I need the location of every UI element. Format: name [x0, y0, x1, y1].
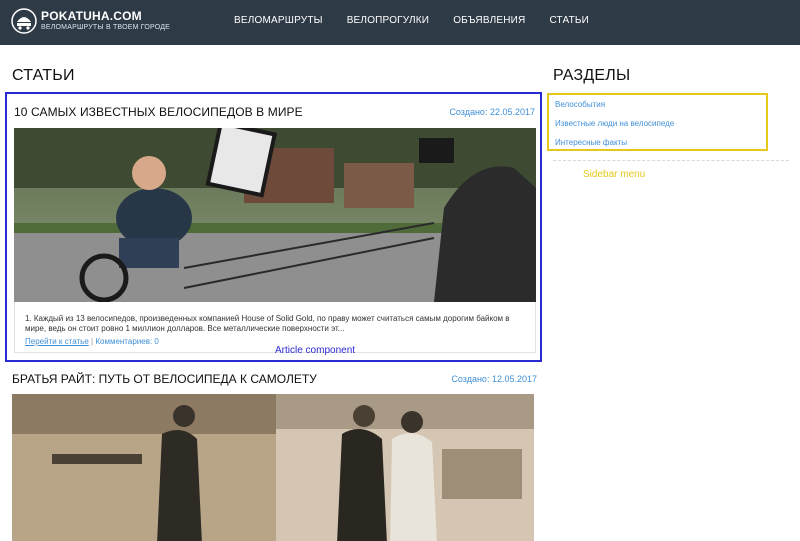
article-component-annotation: Article component — [275, 345, 356, 356]
article-date: Создано: 12.05.2017 — [451, 374, 537, 384]
article-excerpt: 1. Каждый из 13 велосипедов, произведенн… — [25, 314, 510, 333]
sidebar-title: РАЗДЕЛЫ — [553, 67, 631, 84]
article-image[interactable] — [12, 394, 534, 541]
nav-item-routes[interactable]: ВЕЛОМАРШРУТЫ — [234, 15, 323, 26]
nav-item-rides[interactable]: ВЕЛОПРОГУЛКИ — [347, 15, 430, 26]
logo-subtitle: ВЕЛОМАРШРУТЫ В ТВОЕМ ГОРОДЕ — [41, 24, 171, 31]
links-separator: | — [91, 337, 94, 346]
article-photo — [12, 394, 534, 541]
article-photo — [14, 128, 536, 302]
nav-item-ads[interactable]: ОБЪЯВЛЕНИЯ — [453, 15, 525, 26]
sidebar-item-events[interactable]: Велособытия — [555, 98, 760, 117]
sidebar-item-facts[interactable]: Интересные факты — [555, 136, 760, 155]
site-header: POKATUHA.COM ВЕЛОМАРШРУТЫ В ТВОЕМ ГОРОДЕ… — [0, 0, 800, 45]
article-card: БРАТЬЯ РАЙТ: ПУТЬ ОТ ВЕЛОСИПЕДА К САМОЛЕ… — [5, 366, 542, 541]
article-date: Создано: 22.05.2017 — [449, 107, 535, 117]
sidebar-item-famous-people[interactable]: Известные люди на велосипеде — [555, 117, 760, 136]
nav-item-articles[interactable]: СТАТЬИ — [549, 15, 589, 26]
sidebar-divider — [553, 160, 789, 161]
article-image[interactable] — [14, 128, 536, 302]
sidebar-menu: Велособытия Известные люди на велосипеде… — [547, 93, 768, 151]
logo-title[interactable]: POKATUHA.COM — [41, 9, 142, 23]
article-title[interactable]: БРАТЬЯ РАЙТ: ПУТЬ ОТ ВЕЛОСИПЕДА К САМОЛЕ… — [12, 372, 317, 386]
comments-link[interactable]: Комментариев: 0 — [95, 337, 159, 346]
article-title[interactable]: 10 САМЫХ ИЗВЕСТНЫХ ВЕЛОСИПЕДОВ В МИРЕ — [14, 105, 303, 119]
sidebar-menu-annotation: Sidebar menu — [583, 169, 646, 180]
main-nav: ВЕЛОМАРШРУТЫ ВЕЛОПРОГУЛКИ ОБЪЯВЛЕНИЯ СТА… — [222, 15, 601, 26]
read-more-link[interactable]: Перейти к статье — [25, 337, 89, 346]
article-card: 10 САМЫХ ИЗВЕСТНЫХ ВЕЛОСИПЕДОВ В МИРЕ Со… — [5, 92, 542, 362]
page-title: СТАТЬИ — [12, 67, 75, 84]
bike-helmet-logo-icon[interactable] — [11, 8, 37, 34]
